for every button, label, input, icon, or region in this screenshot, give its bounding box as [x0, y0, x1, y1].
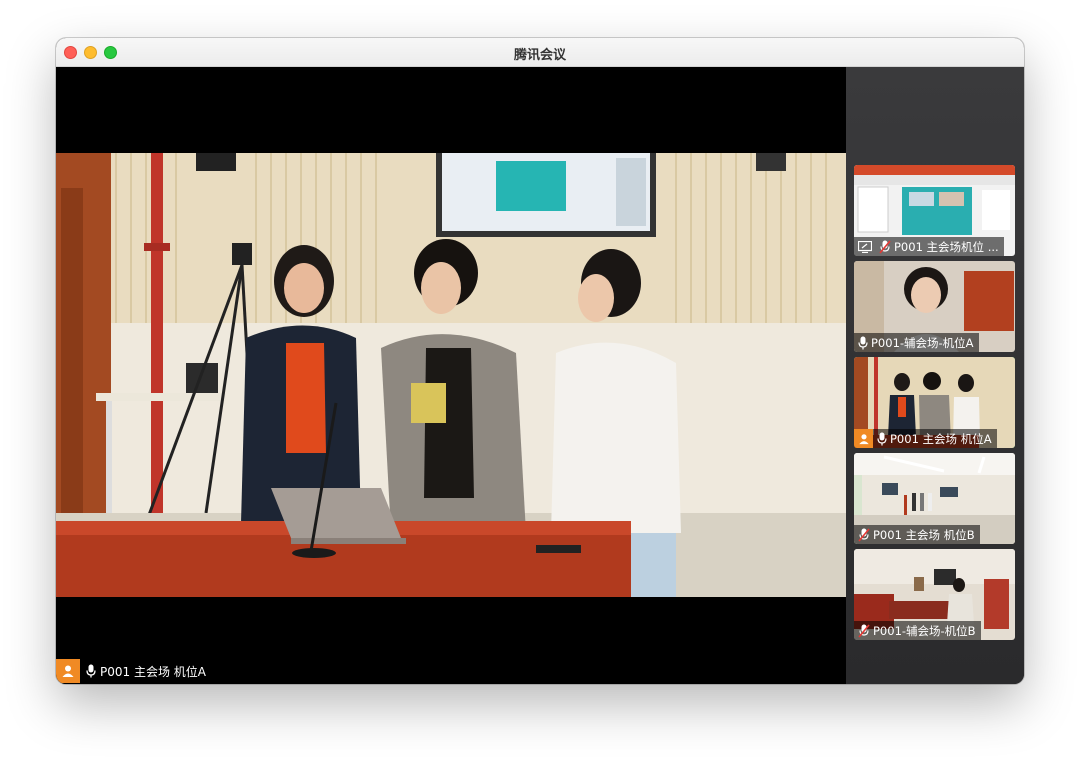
participant-gallery: P001 主会场机位 ... P001-辅会场-机位A P001 主会场 机位A… — [846, 67, 1024, 684]
participant-avatar-icon — [56, 659, 80, 683]
main-video-view[interactable]: P001 主会场 机位A — [56, 67, 846, 684]
participant-tile[interactable]: P001 主会场 机位B — [854, 453, 1015, 544]
tile-label: P001-辅会场-机位A — [854, 333, 979, 352]
window-title: 腾讯会议 — [513, 48, 566, 63]
tile-label: P001 主会场 机位A — [854, 429, 997, 448]
main-speaker-name: P001 主会场 机位A — [100, 664, 206, 679]
microphone-muted-icon — [858, 527, 870, 542]
microphone-icon — [858, 336, 868, 350]
participant-tile-active[interactable]: P001 主会场 机位A — [854, 357, 1015, 448]
title-bar: 腾讯会议 — [56, 38, 1024, 67]
microphone-muted-icon — [858, 623, 870, 638]
main-video-frame — [56, 153, 846, 597]
main-speaker-label: P001 主会场 机位A — [56, 659, 206, 683]
meeting-window: 腾讯会议 P001 主会场 机位A P001 主会场机位 ... P001-辅会… — [56, 38, 1024, 684]
tile-participant-name: P001 主会场 机位A — [890, 431, 992, 446]
tile-participant-name: P001-辅会场-机位B — [873, 623, 976, 638]
tile-participant-name: P001 主会场 机位B — [873, 527, 975, 542]
participant-tile-screen-share[interactable]: P001 主会场机位 ... — [854, 165, 1015, 256]
tile-participant-name: P001 主会场机位 ... — [894, 239, 999, 254]
microphone-icon — [86, 664, 96, 678]
tile-label: P001-辅会场-机位B — [854, 621, 981, 640]
microphone-icon — [877, 432, 887, 446]
tile-participant-name: P001-辅会场-机位A — [871, 335, 974, 350]
participant-tile[interactable]: P001-辅会场-机位A — [854, 261, 1015, 352]
participant-tile[interactable]: P001-辅会场-机位B — [854, 549, 1015, 640]
participant-avatar-icon — [854, 429, 873, 448]
meeting-room-scene — [56, 153, 846, 597]
microphone-muted-icon — [879, 239, 891, 254]
tile-label: P001 主会场机位 ... — [854, 237, 1004, 256]
tile-label: P001 主会场 机位B — [854, 525, 980, 544]
screen-share-icon — [858, 240, 872, 253]
